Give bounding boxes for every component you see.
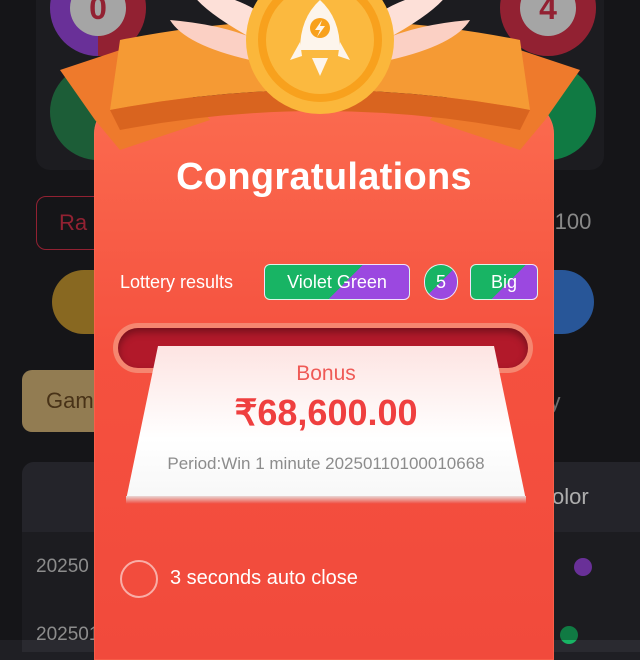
result-number-chip: 5 [424,264,458,300]
period-info: Period:Win 1 minute 20250110100010668 [167,454,485,473]
auto-close-checkbox[interactable] [120,560,158,598]
result-color-chip: Violet Green [264,264,410,300]
auto-close-label[interactable]: 3 seconds auto close [170,567,358,590]
lottery-results-label: Lottery results [120,272,234,292]
ticket-shadow [126,496,526,504]
bonus-label: Bonus [296,362,356,385]
result-size-chip: Big [470,264,538,300]
popup-title: Congratulations [176,156,472,198]
bonus-amount: ₹68,600.00 [234,392,418,433]
